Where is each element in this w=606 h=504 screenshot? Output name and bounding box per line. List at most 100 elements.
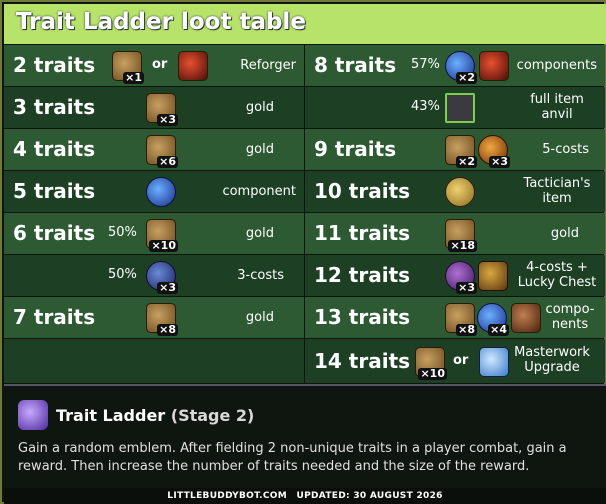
table-row: 6 traits 50% ×10 gold [4, 213, 304, 254]
component-icon [511, 303, 541, 333]
gold-icon: ×2 [445, 135, 477, 168]
reforger-icon [178, 51, 208, 81]
item-count: ×2 [456, 71, 477, 84]
reward-label: gold [245, 310, 274, 325]
table-row: 43% full item anvil [305, 87, 605, 128]
item-count: ×10 [149, 239, 178, 252]
updated-date: UPDATED: 30 AUGUST 2026 [296, 491, 443, 501]
table-row: 2 traits ×1 or Reforger [4, 45, 304, 86]
trait-count: 10 traits [314, 179, 411, 203]
gold-icon: ×10 [415, 347, 447, 380]
table-row: 10 traits Tactician's item [305, 171, 605, 212]
or-label: or [453, 353, 469, 368]
gold-icon: ×18 [445, 219, 477, 252]
reward-label: compo-nents [545, 302, 595, 332]
reward-label: gold [245, 226, 274, 241]
title-bar: Trait Ladder loot table [4, 4, 606, 44]
table-row: 7 traits ×8 gold [4, 297, 304, 338]
spatula-icon [146, 177, 176, 207]
item-count: ×3 [157, 113, 178, 126]
reward-label: full item anvil [530, 92, 584, 122]
gold-icon: ×1 [112, 51, 144, 84]
reward-label: Reforger [240, 58, 296, 73]
gold-icon: ×6 [146, 135, 178, 168]
trait-count: 5 traits [13, 179, 96, 203]
item-count: ×6 [157, 155, 178, 168]
emblem-icon [18, 400, 48, 430]
trait-count: 2 traits [13, 53, 96, 77]
loot-table: 2 traits ×1 or Reforger 3 traits ×3 gold… [4, 45, 606, 383]
anvil-icon [445, 93, 475, 123]
augment-stage: (Stage 2) [170, 406, 255, 425]
reward-label: gold [245, 100, 274, 115]
trait-count: 4 traits [13, 137, 96, 161]
page-title: Trait Ladder loot table [16, 9, 306, 35]
gold-icon: ×10 [146, 219, 178, 252]
masterwork-upgrade-icon [479, 347, 509, 377]
spatula-icon: ×4 [477, 303, 509, 336]
footer: LITTLEBUDDYBOT.COM UPDATED: 30 AUGUST 20… [4, 488, 606, 504]
helmet-icon: ×3 [445, 261, 477, 294]
item-count: ×3 [157, 281, 178, 294]
gold-icon: ×8 [146, 303, 178, 336]
helmet-icon: ×3 [146, 261, 178, 294]
table-row: 9 traits ×2 ×3 5-costs [305, 129, 605, 170]
reward-label: Tactician's item [523, 176, 591, 206]
augment-description: Gain a random emblem. After fielding 2 n… [18, 441, 567, 474]
trait-count: 13 traits [314, 305, 411, 329]
chance-label: 57% [411, 57, 440, 72]
trait-count: 9 traits [314, 137, 397, 161]
augment-name: Trait Ladder [56, 406, 166, 425]
table-row: 50% ×3 3-costs [4, 255, 304, 296]
reward-label: gold [550, 226, 579, 241]
spatula-icon: ×2 [445, 51, 477, 84]
table-row: 14 traits ×10 or Masterwork Upgrade [305, 339, 605, 383]
item-count: ×2 [456, 155, 477, 168]
table-row: 3 traits ×3 gold [4, 87, 304, 128]
right-column: 8 traits 57% ×2 components 43% full item… [305, 45, 605, 383]
left-column: 2 traits ×1 or Reforger 3 traits ×3 gold… [4, 45, 304, 383]
augment-title: Trait Ladder (Stage 2) [56, 406, 254, 425]
or-label: or [152, 57, 168, 72]
item-count: ×3 [489, 155, 510, 168]
table-row: 13 traits ×8 ×4 compo-nents [305, 297, 605, 338]
chance-label: 43% [411, 99, 440, 114]
table-row: 8 traits 57% ×2 components [305, 45, 605, 86]
table-row: 5 traits component [4, 171, 304, 212]
table-row: 12 traits ×3 4-costs + Lucky Chest [305, 255, 605, 296]
component-icon [479, 51, 509, 81]
item-count: ×8 [157, 323, 178, 336]
trait-count: 14 traits [314, 349, 411, 373]
item-count: ×18 [448, 239, 477, 252]
table-row: 4 traits ×6 gold [4, 129, 304, 170]
gold-icon: ×8 [445, 303, 477, 336]
reward-label: Masterwork Upgrade [514, 345, 590, 375]
trait-count: 12 traits [314, 263, 411, 287]
helmet-icon: ×3 [478, 135, 510, 168]
lucky-chest-icon [478, 261, 508, 291]
site-link[interactable]: LITTLEBUDDYBOT.COM [167, 491, 287, 501]
item-count: ×3 [456, 281, 477, 294]
item-count: ×10 [418, 367, 447, 380]
trait-count: 11 traits [314, 221, 411, 245]
reward-label: 5-costs [542, 142, 589, 157]
reward-label: 4-costs + Lucky Chest [517, 260, 597, 290]
trait-count: 6 traits [13, 221, 96, 245]
gold-icon: ×3 [146, 93, 178, 126]
augment-description-panel: Trait Ladder (Stage 2) Gain a random emb… [4, 384, 606, 488]
reward-label: components [516, 58, 597, 73]
reward-label: 3-costs [237, 268, 284, 283]
reward-label: component [222, 184, 296, 199]
trait-count: 7 traits [13, 305, 96, 329]
chance-label: 50% [108, 225, 137, 240]
chance-label: 50% [108, 267, 137, 282]
item-count: ×4 [488, 323, 509, 336]
item-count: ×1 [123, 71, 144, 84]
tactician-item-icon [445, 177, 475, 207]
table-row [4, 339, 304, 383]
loot-table-card: Trait Ladder loot table 2 traits ×1 or R… [0, 0, 606, 504]
trait-count: 8 traits [314, 53, 397, 77]
table-row: 11 traits ×18 gold [305, 213, 605, 254]
item-count: ×8 [456, 323, 477, 336]
trait-count: 3 traits [13, 95, 96, 119]
